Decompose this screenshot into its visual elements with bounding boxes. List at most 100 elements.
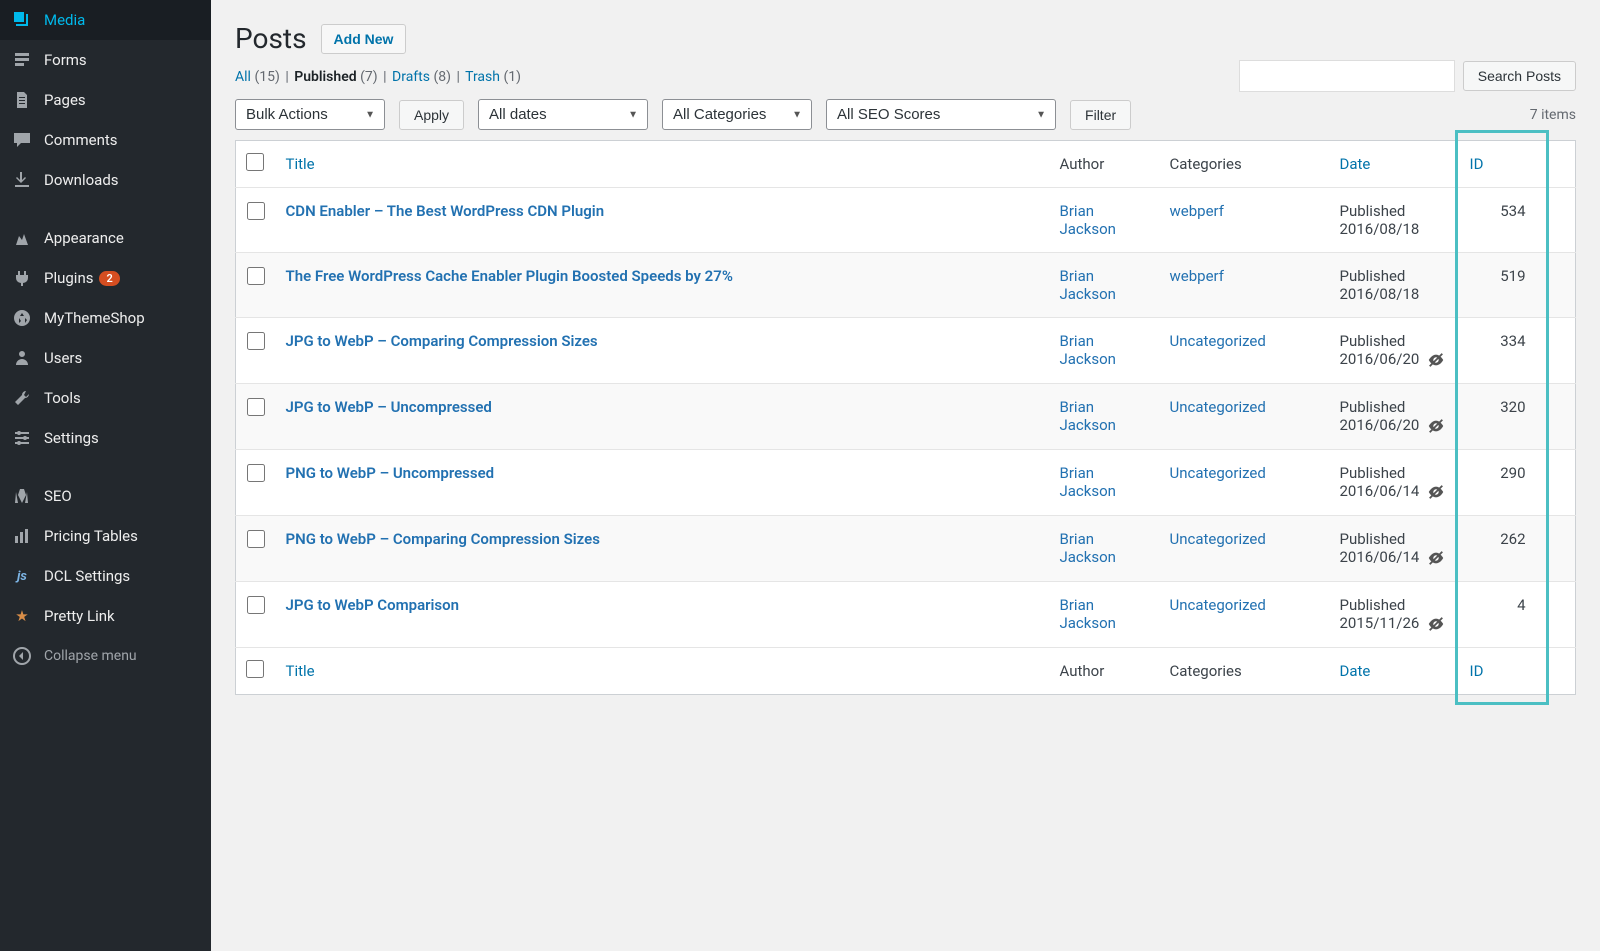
- post-date: 2016/08/18: [1340, 220, 1420, 238]
- sidebar-item-users[interactable]: Users: [0, 338, 211, 378]
- sidebar-item-label: Tools: [44, 389, 81, 407]
- post-title-link[interactable]: CDN Enabler – The Best WordPress CDN Plu…: [286, 202, 605, 220]
- plugins-icon: [12, 268, 32, 288]
- sidebar-item-downloads[interactable]: Downloads: [0, 160, 211, 200]
- post-category-link[interactable]: webperf: [1170, 202, 1224, 220]
- sidebar-item-label: MyThemeShop: [44, 309, 145, 327]
- post-category-link[interactable]: Uncategorized: [1170, 332, 1266, 350]
- date-filter-select[interactable]: All dates: [478, 99, 648, 130]
- sidebar-item-mythemeshop[interactable]: MyThemeShop: [0, 298, 211, 338]
- add-new-button[interactable]: Add New: [321, 24, 407, 54]
- bulk-actions-select[interactable]: Bulk Actions: [235, 99, 385, 130]
- tools-icon: [12, 388, 32, 408]
- column-date[interactable]: Date: [1340, 155, 1371, 173]
- column-title[interactable]: Title: [286, 155, 315, 173]
- post-date: 2016/08/18: [1340, 285, 1420, 303]
- sidebar-item-tools[interactable]: Tools: [0, 378, 211, 418]
- sidebar-item-pricing-tables[interactable]: Pricing Tables: [0, 516, 211, 556]
- downloads-icon: [12, 170, 32, 190]
- post-title-link[interactable]: JPG to WebP – Uncompressed: [286, 398, 492, 416]
- hidden-eye-icon: [1423, 350, 1445, 368]
- search-input[interactable]: [1239, 60, 1455, 92]
- filter-button[interactable]: Filter: [1070, 100, 1131, 130]
- post-category-link[interactable]: Uncategorized: [1170, 530, 1266, 548]
- table-row: PNG to WebP – Comparing Compression Size…: [236, 516, 1576, 582]
- post-category-link[interactable]: Uncategorized: [1170, 596, 1266, 614]
- post-title-link[interactable]: JPG to WebP – Comparing Compression Size…: [286, 332, 598, 350]
- post-author-link[interactable]: Brian Jackson: [1060, 530, 1116, 566]
- post-author-link[interactable]: Brian Jackson: [1060, 464, 1116, 500]
- seo-filter-select[interactable]: All SEO Scores: [826, 99, 1056, 130]
- filter-all-link[interactable]: All (15): [235, 69, 280, 85]
- row-checkbox[interactable]: [247, 267, 265, 285]
- collapse-icon: [12, 646, 32, 666]
- table-row: JPG to WebP – Uncompressed Brian Jackson U…: [236, 384, 1576, 450]
- filter-trash-link[interactable]: Trash (1): [465, 69, 521, 85]
- post-category-link[interactable]: Uncategorized: [1170, 464, 1266, 482]
- filter-drafts-link[interactable]: Drafts (8): [392, 69, 451, 85]
- table-row: JPG to WebP Comparison Brian Jackson Uncat…: [236, 582, 1576, 648]
- row-checkbox[interactable]: [247, 398, 265, 416]
- post-status: Published: [1340, 530, 1450, 548]
- post-title-link[interactable]: JPG to WebP Comparison: [286, 596, 460, 614]
- post-title-link[interactable]: The Free WordPress Cache Enabler Plugin …: [286, 267, 733, 285]
- post-category-link[interactable]: Uncategorized: [1170, 398, 1266, 416]
- sidebar-item-pretty-link[interactable]: ★Pretty Link: [0, 596, 211, 636]
- sidebar-item-media[interactable]: Media: [0, 0, 211, 40]
- select-all-checkbox[interactable]: [246, 153, 264, 171]
- sidebar-item-label: Downloads: [44, 171, 119, 189]
- collapse-menu-button[interactable]: Collapse menu: [0, 636, 211, 676]
- update-badge: 2: [99, 271, 119, 286]
- row-checkbox[interactable]: [247, 596, 265, 614]
- sidebar-item-appearance[interactable]: Appearance: [0, 218, 211, 258]
- sidebar-item-dcl-settings[interactable]: jsDCL Settings: [0, 556, 211, 596]
- sidebar-item-comments[interactable]: Comments: [0, 120, 211, 160]
- row-checkbox[interactable]: [247, 332, 265, 350]
- sidebar-item-plugins[interactable]: Plugins2: [0, 258, 211, 298]
- post-title-link[interactable]: PNG to WebP – Uncompressed: [286, 464, 495, 482]
- sidebar-item-label: Pages: [44, 91, 86, 109]
- sidebar-item-seo[interactable]: SEO: [0, 476, 211, 516]
- row-checkbox[interactable]: [247, 464, 265, 482]
- sidebar-item-pages[interactable]: Pages: [0, 80, 211, 120]
- pages-icon: [12, 90, 32, 110]
- select-all-checkbox-footer[interactable]: [246, 660, 264, 678]
- apply-button[interactable]: Apply: [399, 100, 464, 130]
- sidebar-item-forms[interactable]: Forms: [0, 40, 211, 80]
- sidebar-item-settings[interactable]: Settings: [0, 418, 211, 458]
- post-author-link[interactable]: Brian Jackson: [1060, 202, 1116, 238]
- post-id: 519: [1460, 253, 1546, 318]
- table-row: The Free WordPress Cache Enabler Plugin …: [236, 253, 1576, 318]
- sidebar-item-label: Pretty Link: [44, 607, 115, 625]
- hidden-eye-icon: [1423, 416, 1445, 434]
- column-categories-footer: Categories: [1160, 648, 1330, 695]
- post-date: 2016/06/14: [1340, 482, 1420, 500]
- admin-sidebar: MediaForms Pages Comments Downloads Appearan…: [0, 0, 211, 951]
- filter-published-link[interactable]: Published (7): [294, 69, 377, 85]
- row-checkbox[interactable]: [247, 530, 265, 548]
- post-id: 290: [1460, 450, 1546, 516]
- column-id[interactable]: ID: [1470, 155, 1484, 173]
- post-author-link[interactable]: Brian Jackson: [1060, 267, 1116, 303]
- category-filter-select[interactable]: All Categories: [662, 99, 812, 130]
- post-title-link[interactable]: PNG to WebP – Comparing Compression Size…: [286, 530, 600, 548]
- post-author-link[interactable]: Brian Jackson: [1060, 398, 1116, 434]
- hidden-eye-icon: [1423, 614, 1445, 632]
- column-title-footer[interactable]: Title: [286, 662, 315, 680]
- column-date-footer[interactable]: Date: [1340, 662, 1371, 680]
- post-author-link[interactable]: Brian Jackson: [1060, 596, 1116, 632]
- forms-icon: [12, 50, 32, 70]
- column-author-footer: Author: [1050, 648, 1160, 695]
- main-content: Posts Add New All (15) | Published (7) |…: [211, 0, 1600, 951]
- appearance-icon: [12, 228, 32, 248]
- search-posts-button[interactable]: Search Posts: [1463, 61, 1576, 91]
- sidebar-item-label: Users: [44, 349, 82, 367]
- hidden-eye-icon: [1423, 482, 1445, 500]
- collapse-label: Collapse menu: [44, 648, 137, 664]
- mythemeshop-icon: [12, 308, 32, 328]
- post-author-link[interactable]: Brian Jackson: [1060, 332, 1116, 368]
- post-category-link[interactable]: webperf: [1170, 267, 1224, 285]
- column-id-footer[interactable]: ID: [1470, 662, 1484, 680]
- post-date: 2016/06/20: [1340, 416, 1420, 434]
- row-checkbox[interactable]: [247, 202, 265, 220]
